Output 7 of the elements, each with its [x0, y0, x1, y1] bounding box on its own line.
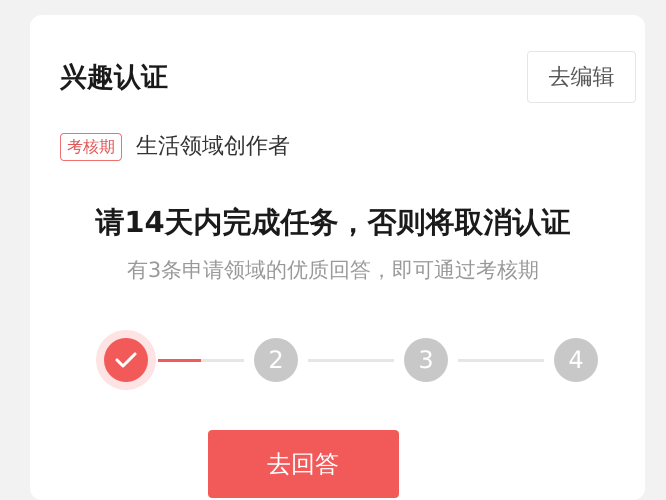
task-description: 有3条申请领域的优质回答，即可通过考核期	[126, 256, 540, 284]
check-icon	[115, 352, 137, 368]
task-heading: 请14天内完成任务，否则将取消认证	[95, 204, 571, 241]
status-tag: 考核期	[60, 132, 122, 160]
card-title: 兴趣认证	[60, 64, 168, 90]
domain-label: 生活领域创作者	[136, 133, 290, 161]
edit-button[interactable]: 去编辑	[527, 51, 636, 103]
